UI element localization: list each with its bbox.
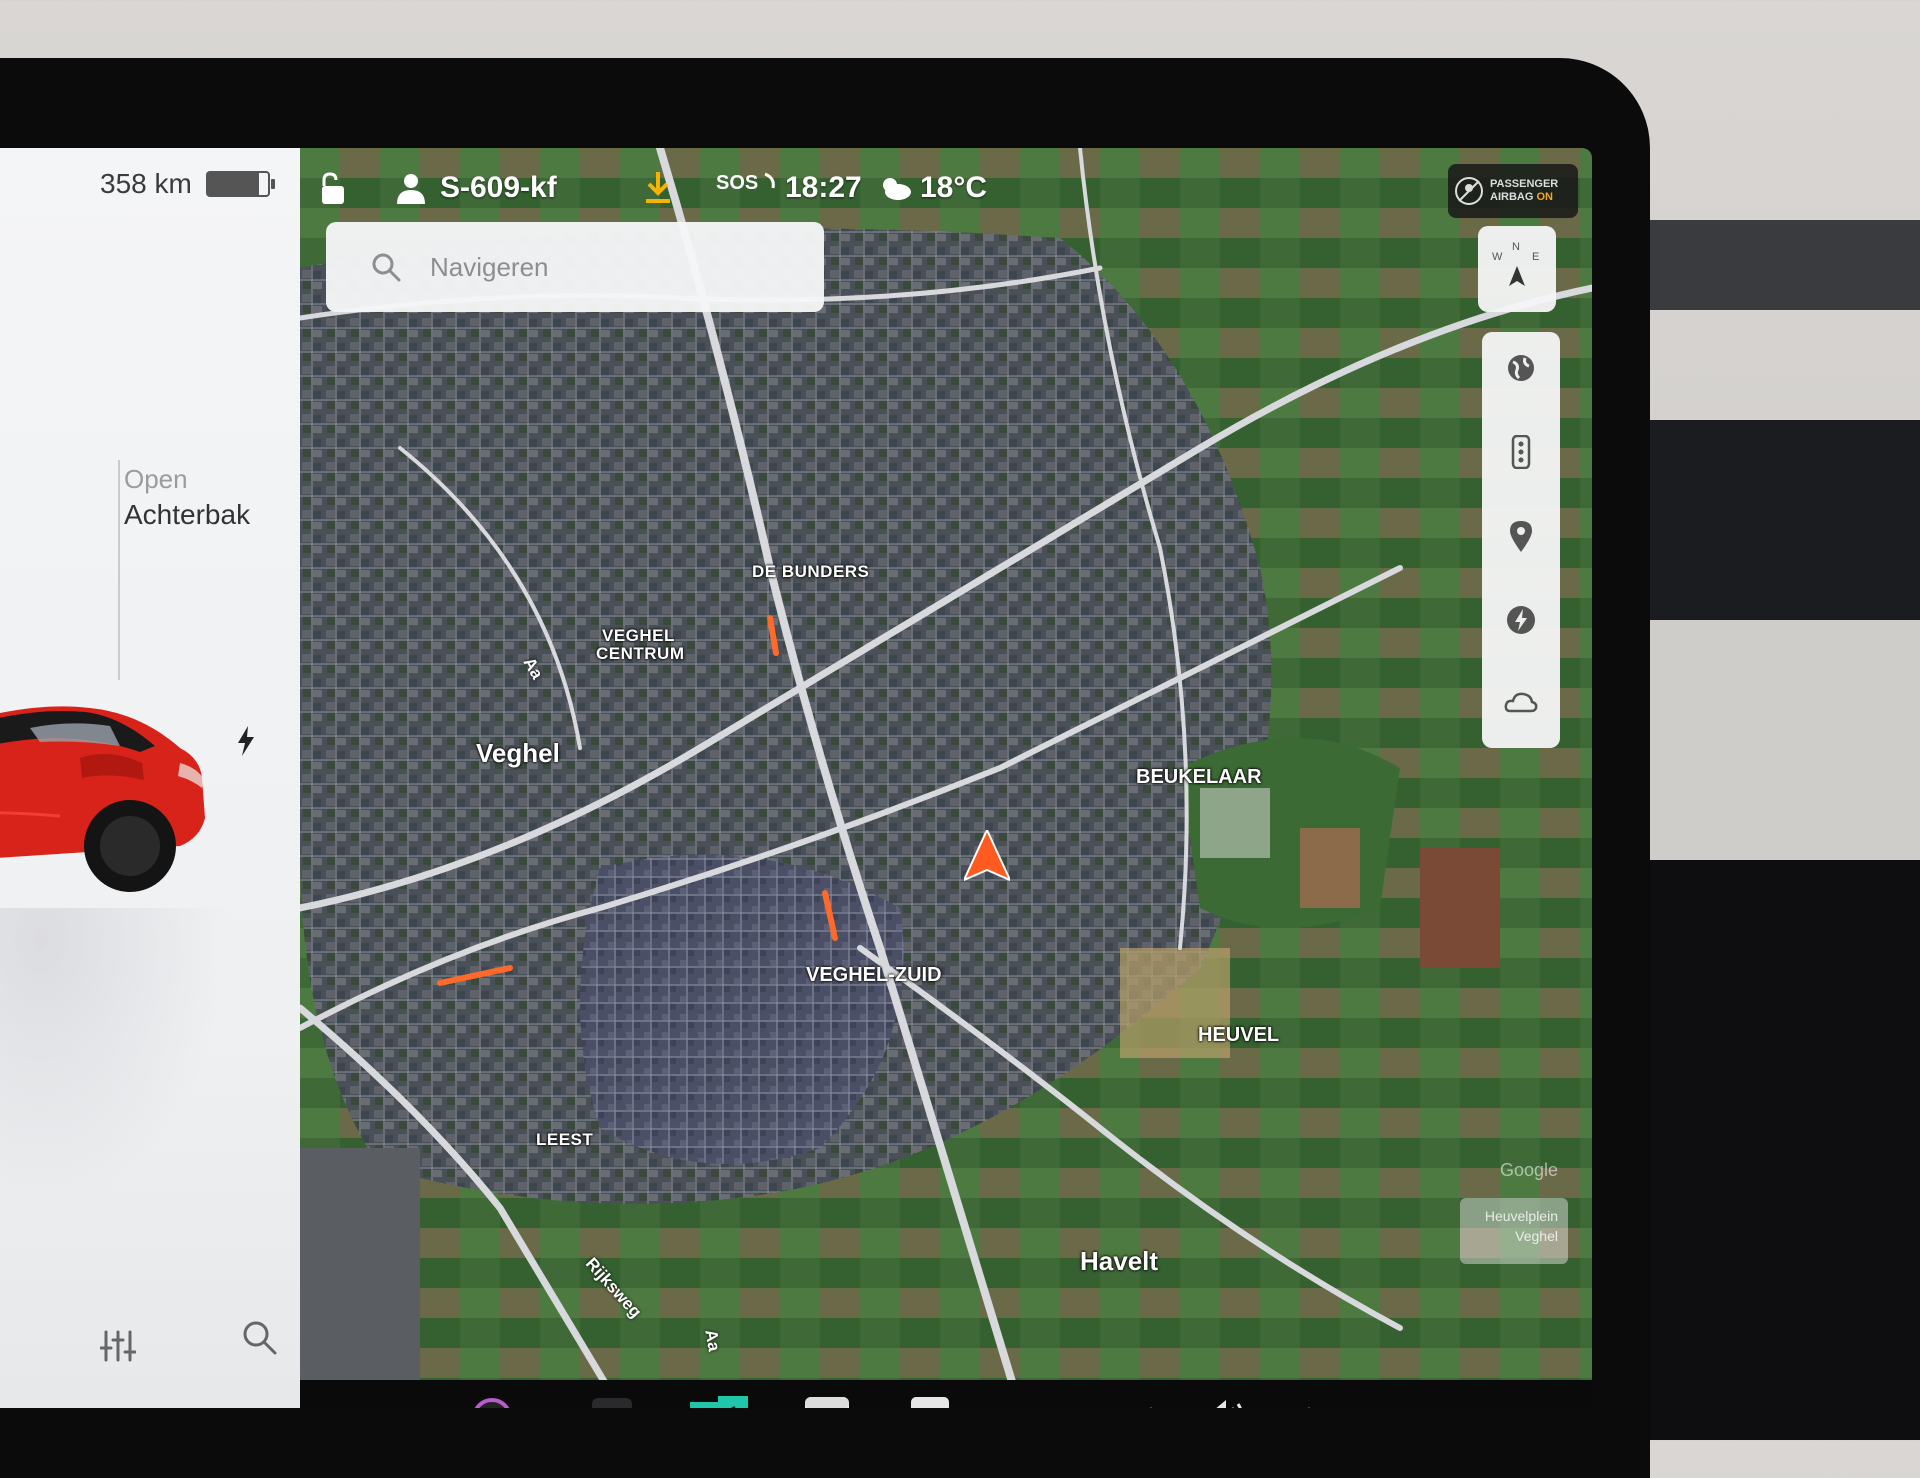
lock-icon[interactable] [318, 172, 348, 211]
manual-app-icon[interactable]: i [910, 1396, 950, 1408]
svg-text:i: i [925, 1407, 932, 1408]
airbag-label: PASSENGER [1490, 178, 1559, 190]
driver-profile[interactable]: S-609-kf [396, 168, 557, 208]
car-panel: 358 km Open Achterbak [0, 148, 300, 1408]
airbag-label: AIRBAG [1490, 191, 1534, 203]
map-view[interactable]: DE BUNDERS VEGHEL CENTRUM Veghel BEUKELA… [300, 148, 1592, 1408]
map-attribution: Google [1500, 1160, 1559, 1180]
place-label[interactable]: HEUVEL [1198, 1024, 1279, 1047]
satellite-map [300, 148, 1592, 1408]
svg-text:W: W [1492, 251, 1503, 263]
place-label[interactable]: Havelt [1080, 1246, 1158, 1277]
battery-fill [207, 173, 259, 195]
svg-text:1: 1 [730, 1403, 738, 1408]
search-icon [372, 253, 401, 282]
road-label: Aa [701, 1328, 724, 1353]
weather[interactable]: 18°C [878, 168, 987, 208]
compass-icon: W N E [1492, 241, 1539, 286]
svg-text:N: N [1512, 241, 1520, 253]
place-label[interactable]: BEUKELAAR [1136, 766, 1262, 789]
weather-icon [883, 178, 911, 200]
charge-icon[interactable] [236, 726, 256, 761]
place-label[interactable]: LEEST [536, 1130, 593, 1150]
place-label[interactable]: DE BUNDERS [752, 562, 869, 582]
svg-text:E: E [1532, 251, 1539, 263]
airbag-indicator: PASSENGER AIRBAG ON [1448, 164, 1578, 218]
airbag-state: ON [1536, 191, 1553, 203]
profile-name: S-609-kf [440, 171, 557, 204]
trunk-indicator-line [118, 460, 120, 680]
more-apps-icon[interactable] [590, 1396, 634, 1408]
car-reflection [0, 908, 230, 1208]
sos-icon[interactable]: SOS [716, 172, 777, 195]
place-label[interactable]: Veghel [476, 738, 560, 769]
clock: 18:27 [785, 168, 862, 208]
globe-icon[interactable] [1482, 338, 1560, 398]
map-tools-panel [1482, 332, 1560, 748]
profile-icon [397, 174, 425, 204]
search-icon[interactable] [240, 1318, 280, 1363]
car-image[interactable] [0, 668, 210, 898]
place-label[interactable]: VEGHEL [602, 626, 675, 646]
traffic-icon[interactable] [1482, 422, 1560, 482]
sos-label: SOS [716, 172, 759, 194]
trunk-label: Achterbak [124, 499, 251, 530]
trunk-status: Open [124, 464, 188, 494]
navigation-search-bar[interactable] [326, 222, 824, 312]
current-location-arrow [961, 827, 1013, 887]
volume-icon[interactable] [1202, 1398, 1254, 1408]
volume-up-icon[interactable] [1306, 1406, 1320, 1408]
trunk-button[interactable]: Open Achterbak [124, 464, 250, 531]
controls-icon[interactable] [99, 1328, 137, 1369]
pin-icon[interactable] [1482, 506, 1560, 566]
compass-button[interactable]: W N E [1478, 226, 1556, 312]
calendar-app-icon[interactable] [804, 1396, 850, 1408]
location-card[interactable]: Heuvelplein Veghel [1460, 1198, 1568, 1264]
battery-icon [205, 171, 275, 197]
charger-icon[interactable] [1482, 590, 1560, 650]
search-input[interactable] [428, 250, 792, 284]
clock-time: 18:27 [785, 171, 862, 204]
temperature: 18°C [920, 171, 988, 204]
download-icon[interactable] [644, 170, 672, 209]
range-text: 358 km [100, 168, 192, 199]
place-label[interactable]: CENTRUM [596, 644, 685, 664]
place-label[interactable]: VEGHEL-ZUID [806, 964, 942, 987]
range-indicator[interactable]: 358 km [100, 168, 275, 200]
volume-down-icon[interactable] [1140, 1406, 1154, 1408]
airbag-icon [1455, 177, 1483, 205]
touchscreen: 358 km Open Achterbak DE BUNDERS VEGHEL … [0, 148, 1592, 1408]
weather-overlay-icon[interactable] [1482, 672, 1560, 732]
toybox-app-icon[interactable]: T1 [688, 1396, 752, 1408]
app-launcher-icon[interactable] [470, 1396, 514, 1408]
location-card-line: Veghel [1515, 1228, 1558, 1244]
location-card-line: Heuvelplein [1484, 1208, 1558, 1224]
